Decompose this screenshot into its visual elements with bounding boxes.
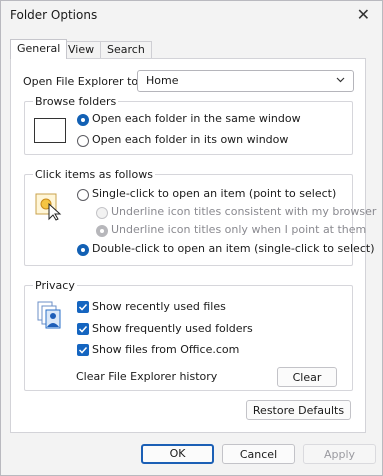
window-title: Folder Options: [10, 8, 98, 22]
open-explorer-value: Home: [146, 74, 179, 87]
click-items-group: Click items as follows Single-click to o…: [24, 168, 376, 266]
click-cursor-icon: [35, 193, 62, 221]
clear-history-label: Clear File Explorer history: [76, 370, 218, 383]
underline-browser-radio: [96, 207, 108, 219]
open-explorer-select[interactable]: Home: [137, 70, 354, 92]
single-click-radio[interactable]: [77, 189, 89, 201]
ok-button[interactable]: OK: [141, 444, 214, 464]
own-window-label[interactable]: Open each folder in its own window: [92, 133, 288, 146]
folder-options-dialog: Folder Options ✕ General View Search Ope…: [0, 0, 383, 476]
window-preview-icon: [34, 118, 66, 143]
chevron-down-icon: [336, 77, 345, 83]
office-files-checkbox[interactable]: [77, 344, 89, 356]
browse-folders-group: Browse folders Open each folder in the s…: [24, 95, 353, 155]
recent-files-checkbox[interactable]: [77, 301, 89, 313]
restore-defaults-button[interactable]: Restore Defaults: [246, 400, 351, 420]
double-click-label[interactable]: Double-click to open an item (single-cli…: [92, 242, 374, 255]
clear-history-button[interactable]: Clear: [277, 367, 337, 387]
click-items-title: Click items as follows: [33, 168, 155, 181]
privacy-group: Privacy Show recently used files Show fr…: [24, 279, 353, 391]
own-window-radio[interactable]: [77, 135, 89, 147]
title-bar[interactable]: Folder Options ✕: [1, 1, 382, 31]
frequent-folders-checkbox[interactable]: [77, 323, 89, 335]
underline-browser-label: Underline icon titles consistent with my…: [111, 205, 377, 218]
general-panel: Open File Explorer to: Home Browse folde…: [10, 58, 376, 433]
privacy-title: Privacy: [33, 279, 77, 292]
single-click-label[interactable]: Single-click to open an item (point to s…: [92, 187, 336, 200]
open-explorer-label: Open File Explorer to:: [23, 75, 142, 88]
close-icon[interactable]: ✕: [357, 5, 370, 24]
double-click-radio[interactable]: [77, 244, 89, 256]
tab-search[interactable]: Search: [100, 41, 152, 58]
frequent-folders-label[interactable]: Show frequently used folders: [92, 322, 253, 335]
tab-general[interactable]: General: [10, 39, 68, 59]
browse-folders-title: Browse folders: [33, 95, 119, 108]
underline-point-label: Underline icon titles only when I point …: [111, 223, 367, 236]
apply-button: Apply: [303, 444, 376, 464]
cancel-button[interactable]: Cancel: [222, 444, 295, 464]
same-window-radio[interactable]: [77, 114, 89, 126]
recent-files-label[interactable]: Show recently used files: [92, 300, 226, 313]
same-window-label[interactable]: Open each folder in the same window: [92, 112, 301, 125]
underline-point-radio: [96, 225, 108, 237]
privacy-icon: [37, 301, 61, 329]
office-files-label[interactable]: Show files from Office.com: [92, 343, 239, 356]
